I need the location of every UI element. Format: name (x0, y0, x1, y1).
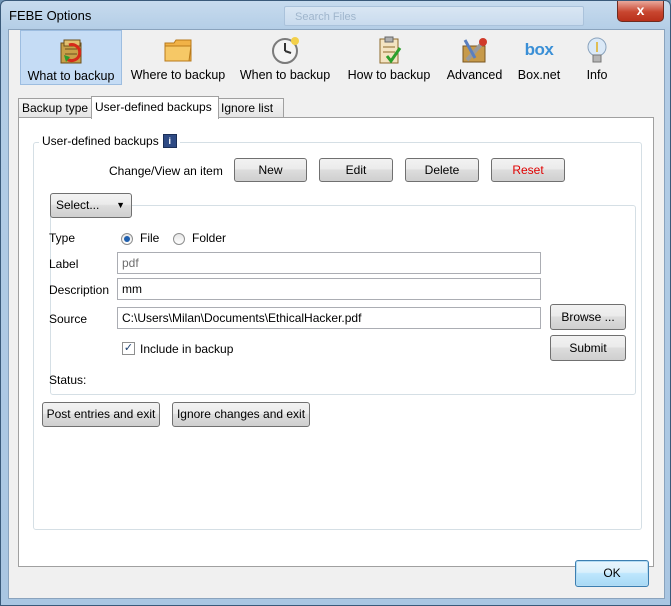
toolbar-label: When to backup (239, 68, 331, 82)
browse-button[interactable]: Browse ... (550, 304, 626, 330)
toolbar-label: Where to backup (130, 68, 226, 82)
toolbar-advanced[interactable]: Advanced (440, 30, 509, 85)
edit-button[interactable]: Edit (319, 158, 393, 182)
tab-backup-type[interactable]: Backup type (18, 98, 96, 118)
toolbar-when-to-backup[interactable]: When to backup (233, 30, 337, 85)
close-button[interactable]: x (617, 1, 664, 22)
label-field-label: Label (49, 257, 79, 271)
type-file-label[interactable]: File (140, 231, 159, 245)
submit-button[interactable]: Submit (550, 335, 626, 361)
group-legend: User-defined backups i (39, 134, 180, 148)
toolbar-box-net[interactable]: box Box.net (511, 30, 567, 85)
tab-ignore-list[interactable]: Ignore list (217, 98, 284, 118)
select-item-dropdown[interactable]: Select... ▼ (50, 193, 132, 218)
toolbar-where-to-backup[interactable]: Where to backup (126, 30, 230, 85)
background-search-box: Search Files (284, 6, 584, 26)
toolbar-label: What to backup (27, 69, 115, 83)
clipboard-check-icon (379, 36, 402, 64)
radio-selected-dot (124, 236, 130, 242)
books-refresh-icon (60, 39, 82, 64)
info-icon[interactable]: i (162, 134, 177, 148)
status-label: Status: (49, 373, 87, 387)
include-in-backup-checkbox[interactable]: ✓ (122, 342, 135, 355)
source-field-label: Source (49, 312, 88, 326)
clock-icon (272, 37, 299, 64)
user-defined-backups-panel: User-defined backups i Change/View an ite… (18, 117, 654, 567)
title-bar[interactable]: FEBE Options Search Files x (1, 1, 670, 29)
window-title: FEBE Options (9, 8, 92, 23)
reset-button[interactable]: Reset (491, 158, 565, 182)
toolbar-how-to-backup[interactable]: How to backup (340, 30, 438, 85)
toolbar-info[interactable]: Info (569, 30, 625, 85)
delete-button[interactable]: Delete (405, 158, 479, 182)
description-field-label: Description (49, 283, 110, 297)
select-label: Select... (56, 198, 100, 212)
user-defined-backups-group: User-defined backups i Change/View an ite… (33, 134, 642, 530)
description-input[interactable]: mm (117, 278, 541, 300)
group-title: User-defined backups (42, 134, 159, 148)
type-file-radio[interactable] (121, 233, 133, 245)
toolbar-label: Info (586, 68, 608, 82)
ok-button[interactable]: OK (575, 560, 649, 587)
febe-options-window: FEBE Options Search Files x What to back… (0, 0, 671, 606)
source-input[interactable]: C:\Users\Milan\Documents\EthicalHacker.p… (117, 307, 541, 329)
lightbulb-icon (587, 37, 607, 63)
type-folder-radio[interactable] (173, 233, 185, 245)
type-label: Type (49, 231, 76, 245)
dialog-client-area: What to backup Where to backup When to b… (8, 29, 665, 599)
box-logo-icon: box (524, 40, 554, 59)
tools-icon (462, 38, 487, 63)
chevron-down-icon: ▼ (116, 200, 125, 210)
label-input[interactable]: pdf (117, 252, 541, 274)
change-view-label: Change/View an item (109, 164, 223, 178)
folder-icon (164, 39, 192, 62)
toolbar-what-to-backup[interactable]: What to backup (20, 30, 122, 85)
toolbar-label: How to backup (347, 68, 431, 82)
tab-user-defined-backups[interactable]: User-defined backups (91, 96, 219, 119)
include-in-backup-label[interactable]: Include in backup (140, 342, 233, 356)
toolbar-label: Advanced (446, 68, 503, 82)
item-details-box: Type File Folder Label pdf Description m… (49, 205, 636, 395)
options-toolbar: What to backup Where to backup When to b… (9, 30, 664, 86)
ignore-changes-and-exit-button[interactable]: Ignore changes and exit (172, 402, 310, 427)
type-folder-label[interactable]: Folder (192, 231, 226, 245)
post-entries-and-exit-button[interactable]: Post entries and exit (42, 402, 160, 427)
toolbar-label: Box.net (517, 68, 561, 82)
new-button[interactable]: New (234, 158, 307, 182)
